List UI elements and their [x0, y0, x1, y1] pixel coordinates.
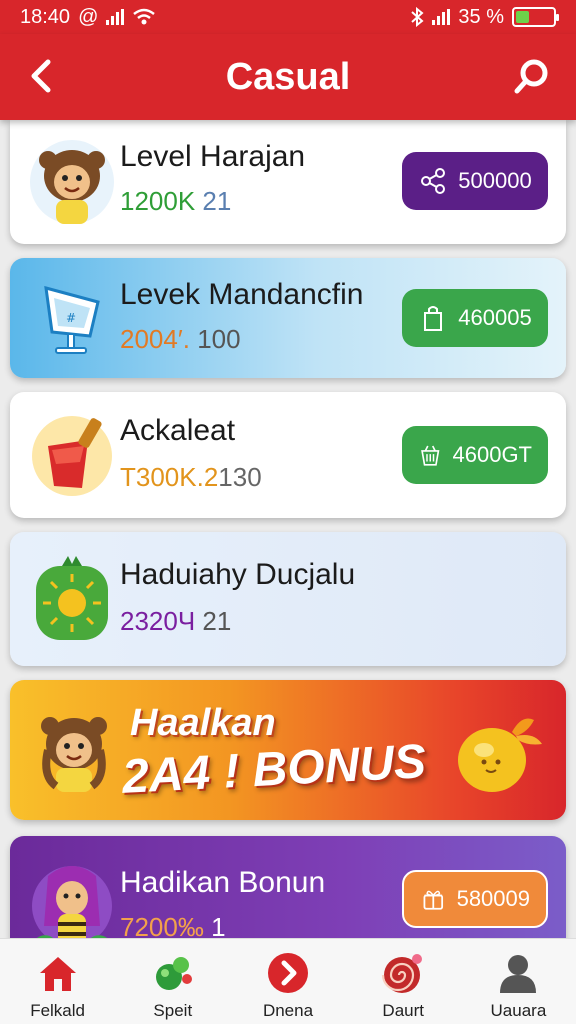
- item-score: 1200K 21: [120, 186, 231, 217]
- score-primary: 7200‰: [120, 912, 204, 938]
- lemon-icon: [458, 718, 542, 792]
- reward-button[interactable]: 460005: [402, 289, 548, 347]
- bluetooth-icon: [411, 7, 424, 27]
- item-title: Haduiahy Ducjalu: [120, 558, 356, 591]
- list-item[interactable]: # Levek Mandancfin 2004′. 100 460005: [10, 258, 566, 378]
- reward-value: 580009: [456, 886, 530, 911]
- battery-icon: [512, 7, 559, 27]
- search-icon[interactable]: [512, 56, 552, 96]
- item-score: 2320Ч 21: [120, 606, 231, 637]
- reward-value: 4600GT: [452, 442, 533, 467]
- nav-label: Daurt: [382, 1001, 424, 1020]
- nav-label: Dnena: [262, 1001, 314, 1020]
- score-primary: 2004′.: [120, 324, 190, 354]
- play-arrow-icon: [268, 953, 308, 993]
- score-secondary: 21: [202, 606, 232, 636]
- home-icon: [39, 957, 76, 991]
- item-score: T300K.2130: [120, 462, 262, 493]
- nav-label: Uauara: [490, 1001, 547, 1020]
- signal-icon: [106, 9, 125, 25]
- status-bar: 18:40 @ 35 %: [0, 0, 576, 34]
- reward-value: 460005: [458, 305, 532, 330]
- monkey-avatar-icon: [30, 140, 114, 224]
- score-primary: 2320Ч: [120, 606, 196, 636]
- score-secondary: 21: [202, 186, 232, 216]
- nav-label: Speіt: [153, 1001, 193, 1020]
- reward-button[interactable]: 4600GT: [402, 426, 548, 484]
- score-secondary: 130: [218, 462, 262, 492]
- game-balls-icon: [155, 957, 192, 990]
- page-title: Casual: [225, 55, 351, 98]
- battery-percent: 35 %: [458, 5, 504, 28]
- game-list: Level Harajan 1200K 21 500000 # Levek Ma…: [0, 120, 576, 938]
- reward-button[interactable]: 580009: [402, 870, 548, 928]
- list-item[interactable]: Hadikan Bonun 7200‰ 1 580009: [10, 836, 566, 938]
- score-primary: 1200K: [120, 186, 196, 216]
- bee-girl-avatar-icon: [32, 866, 112, 938]
- reward-value: 500000: [458, 168, 532, 193]
- item-title: Level Harajan: [120, 140, 306, 173]
- list-item[interactable]: Haduiahy Ducjalu 2320Ч 21: [10, 532, 566, 666]
- score-primary: T300K.2: [120, 462, 219, 492]
- status-time: 18:40: [20, 5, 71, 28]
- item-title: Hadikan Bonun: [120, 866, 326, 899]
- item-score: 2004′. 100: [120, 324, 241, 355]
- bag-icon: [424, 306, 443, 331]
- item-score: 7200‰ 1: [120, 912, 226, 938]
- nav-label: Felkald: [30, 1001, 85, 1020]
- nav-item-play[interactable]: Dnena: [230, 939, 345, 1024]
- svg-text:#: #: [66, 311, 76, 325]
- item-title: Ackaleat: [120, 414, 236, 447]
- monitor-icon: #: [44, 285, 100, 354]
- at-sign-icon: @: [78, 5, 99, 28]
- bonus-banner[interactable]: Haalkan 2A4 ! BONUS: [10, 680, 566, 820]
- nav-item-home[interactable]: Felkald: [0, 939, 115, 1024]
- bottom-nav: Felkald Speіt Dnena Daurt Uauara: [0, 938, 576, 1024]
- score-secondary: 1: [211, 912, 226, 938]
- potion-icon: [32, 416, 112, 496]
- nav-item-profile[interactable]: Uauara: [461, 939, 576, 1024]
- user-icon: [500, 955, 537, 993]
- basket-icon: [421, 445, 440, 466]
- signal-icon-2: [432, 9, 451, 25]
- score-secondary: 100: [197, 324, 241, 354]
- list-item[interactable]: Level Harajan 1200K 21 500000: [10, 120, 566, 244]
- nav-item-games[interactable]: Speіt: [115, 939, 230, 1024]
- nav-item-daily[interactable]: Daurt: [346, 939, 461, 1024]
- monkey-avatar-icon: [41, 717, 107, 792]
- share-icon: [421, 168, 446, 194]
- spiral-icon: [382, 954, 423, 993]
- back-arrow-icon[interactable]: [22, 56, 62, 96]
- gift-icon: [423, 890, 444, 910]
- reward-button[interactable]: 500000: [402, 152, 548, 210]
- fruit-icon: [36, 556, 108, 640]
- wifi-icon: [133, 8, 156, 25]
- app-bar: Casual: [0, 34, 576, 120]
- bonus-title: Haalkan: [130, 702, 276, 744]
- item-title: Levek Mandancfin: [120, 278, 364, 311]
- list-item[interactable]: Ackaleat T300K.2130 4600GT: [10, 392, 566, 518]
